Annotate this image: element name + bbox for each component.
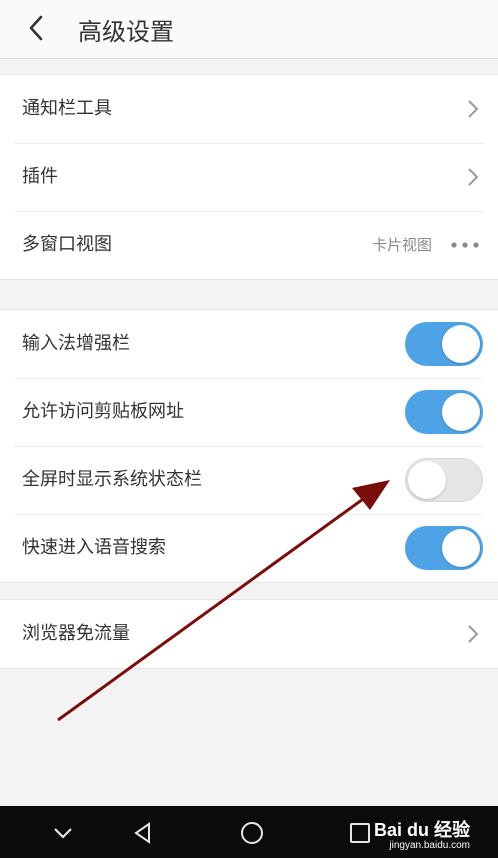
toggle-switch[interactable] <box>405 390 483 434</box>
toggle-switch[interactable] <box>405 322 483 366</box>
chevron-left-icon <box>29 15 43 41</box>
app-header: 高级设置 <box>0 0 498 59</box>
chevron-right-icon <box>468 168 479 186</box>
setting-label: 允许访问剪贴板网址 <box>22 401 184 422</box>
chevron-down-icon[interactable] <box>50 820 76 846</box>
setting-label: 输入法增强栏 <box>22 333 130 354</box>
toggle-switch[interactable] <box>405 458 483 502</box>
setting-row-fullscreen-status-bar: 全屏时显示系统状态栏 <box>0 446 498 514</box>
setting-row-notification-tools[interactable]: 通知栏工具 <box>0 75 498 143</box>
setting-row-input-method-bar: 输入法增强栏 <box>0 310 498 378</box>
setting-row-clipboard-url: 允许访问剪贴板网址 <box>0 378 498 446</box>
settings-group-tools: 通知栏工具 插件 多窗口视图 卡片视图 <box>0 74 498 280</box>
system-nav-bar: Bai du 经验 jingyan.baidu.com <box>0 806 498 858</box>
toggle-knob <box>442 393 480 431</box>
setting-label: 快速进入语音搜索 <box>22 537 166 558</box>
watermark-url: jingyan.baidu.com <box>389 840 470 851</box>
setting-row-multi-window-view[interactable]: 多窗口视图 卡片视图 <box>0 211 498 279</box>
recents-square-icon[interactable] <box>347 820 373 846</box>
back-button[interactable] <box>22 12 50 44</box>
back-triangle-icon[interactable] <box>130 820 156 846</box>
toggle-knob <box>442 529 480 567</box>
toggle-knob <box>442 325 480 363</box>
home-circle-icon[interactable] <box>239 820 265 846</box>
setting-row-plugins[interactable]: 插件 <box>0 143 498 211</box>
page-title: 高级设置 <box>78 18 174 46</box>
settings-group-data: 浏览器免流量 <box>0 599 498 669</box>
toggle-switch[interactable] <box>405 526 483 570</box>
more-dots-icon <box>451 242 479 248</box>
setting-label: 全屏时显示系统状态栏 <box>22 469 202 490</box>
setting-label: 通知栏工具 <box>22 98 112 119</box>
chevron-right-icon <box>468 100 479 118</box>
setting-value: 卡片视图 <box>371 236 432 254</box>
toggle-knob <box>408 461 446 499</box>
setting-row-voice-search: 快速进入语音搜索 <box>0 514 498 582</box>
setting-label: 多窗口视图 <box>22 234 112 255</box>
setting-label: 浏览器免流量 <box>22 623 130 644</box>
chevron-right-icon <box>468 625 479 643</box>
setting-label: 插件 <box>22 166 58 187</box>
watermark-brand: Bai du 经验 <box>373 820 470 840</box>
setting-row-free-data[interactable]: 浏览器免流量 <box>0 600 498 668</box>
settings-group-toggles: 输入法增强栏 允许访问剪贴板网址 全屏时显示系统状态栏 快速进入语音搜索 <box>0 309 498 583</box>
